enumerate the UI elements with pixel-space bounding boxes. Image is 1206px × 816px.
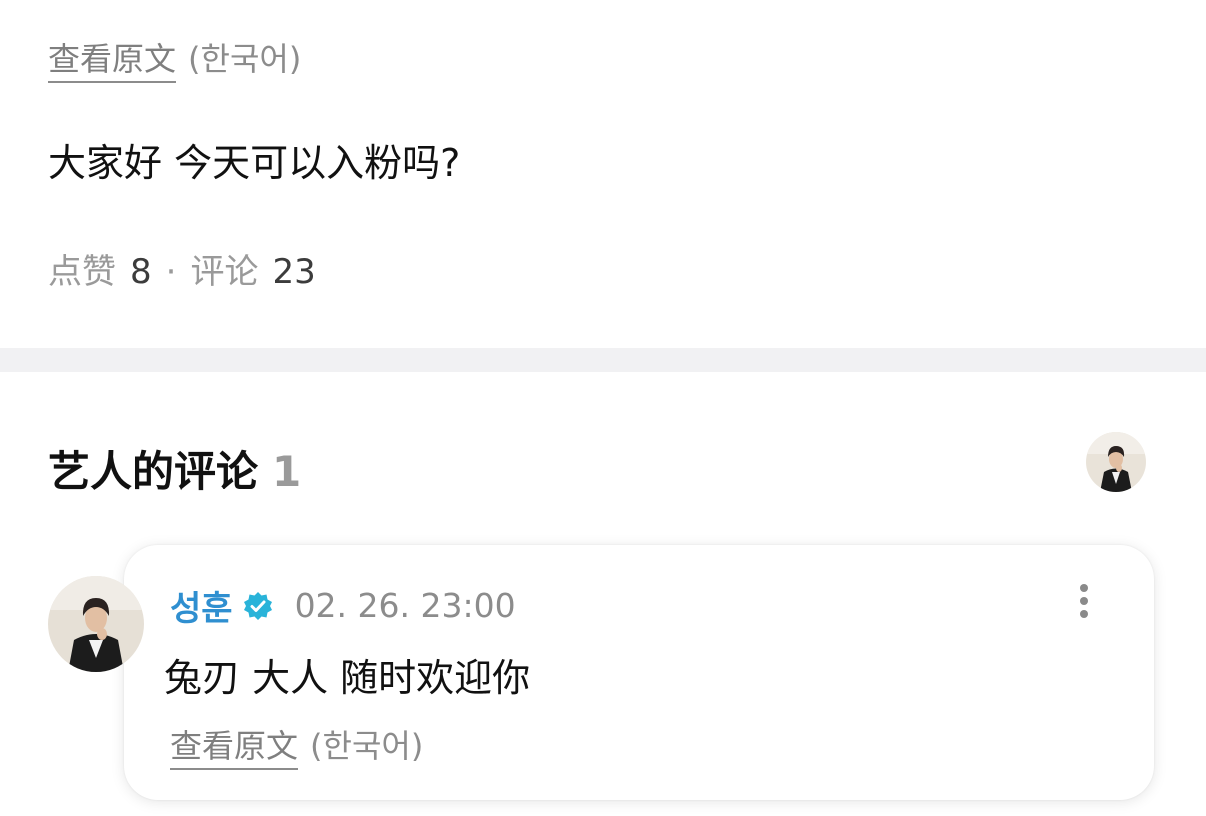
comment-translate-row: 查看原文 (한국어) — [170, 721, 424, 770]
more-vertical-icon[interactable] — [1070, 579, 1098, 623]
verified-badge-icon — [243, 591, 273, 621]
likes-label[interactable]: 点赞 — [48, 252, 116, 292]
artist-comments-title: 艺人的评论 — [48, 447, 259, 496]
comments-label[interactable]: 评论 — [190, 252, 258, 292]
comment-view-original-link[interactable]: 查看原文 — [170, 727, 299, 770]
post-section: 查看原文 (한국어) 大家好 今天可以入粉吗? 点赞 8 · 评论 23 — [0, 0, 1206, 348]
comment-author-avatar[interactable] — [48, 576, 144, 672]
likes-count: 8 — [130, 252, 152, 292]
original-language-label: (한국어) — [188, 40, 302, 78]
artist-avatar-icon[interactable] — [1086, 432, 1146, 492]
view-original-link[interactable]: 查看原文 — [48, 40, 177, 83]
artist-comment-card: 성훈 02. 26. 23:00 兔刃 大人 随时欢迎你 查看原文 (한국어) — [124, 545, 1154, 800]
comment-meta: 성훈 02. 26. 23:00 — [170, 581, 516, 630]
stats-separator: · — [165, 252, 177, 292]
artist-comments-count: 1 — [272, 447, 302, 496]
artist-comments-header: 艺人的评论 1 — [48, 438, 301, 499]
comment-author-name[interactable]: 성훈 — [170, 581, 233, 630]
post-translate-row: 查看原文 (한국어) — [48, 34, 302, 83]
post-stats: 点赞 8 · 评论 23 — [48, 244, 316, 293]
comment-body-text: 兔刃 大人 随时欢迎你 — [164, 656, 531, 700]
comment-original-language-label: (한국어) — [310, 727, 424, 765]
section-divider — [0, 348, 1206, 372]
post-body-text: 大家好 今天可以入粉吗? — [48, 141, 461, 185]
comment-timestamp: 02. 26. 23:00 — [294, 586, 516, 625]
comments-count: 23 — [272, 252, 316, 292]
